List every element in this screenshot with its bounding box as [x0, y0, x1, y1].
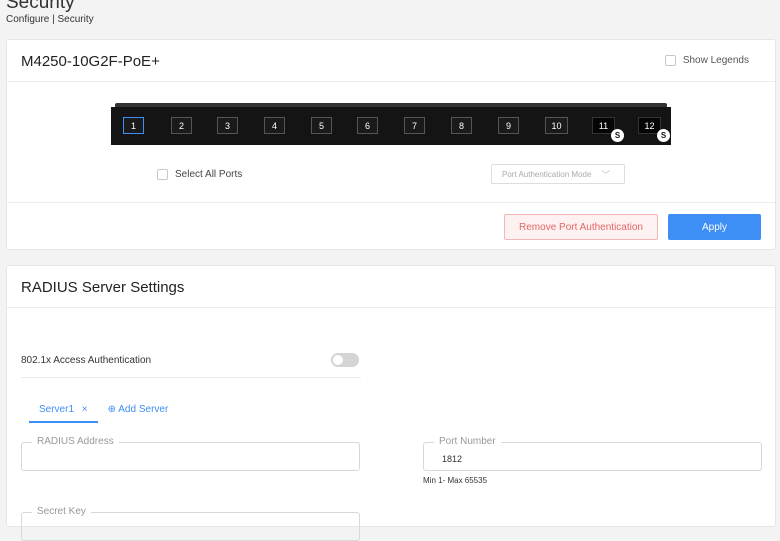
- port-number-field[interactable]: Port Number 1812: [423, 436, 762, 471]
- port-7[interactable]: 7: [404, 117, 425, 134]
- sfp-badge-port-11: S: [611, 129, 624, 142]
- radius-settings-card: RADIUS Server Settings 802.1x Access Aut…: [6, 265, 776, 541]
- port-9[interactable]: 9: [498, 117, 519, 134]
- switch-panel-header: M4250-10G2F-PoE+ Show Legends: [7, 40, 775, 82]
- show-legends-label: Show Legends: [682, 55, 749, 66]
- switch-panel-card: M4250-10G2F-PoE+ Show Legends 1 2 3 4 5 …: [6, 39, 776, 250]
- port-auth-mode-select[interactable]: Port Authentication Mode ﹀: [491, 164, 625, 184]
- port-3[interactable]: 3: [217, 117, 238, 134]
- show-legends-checkbox[interactable]: [664, 55, 676, 66]
- show-legends-toggle[interactable]: Show Legends: [664, 55, 749, 66]
- switch-faceplate: 1 2 3 4 5 6 7 8 9 10 11 S 12 S: [111, 103, 671, 147]
- port-5[interactable]: 5: [311, 117, 332, 134]
- port-number-value: 1812: [442, 454, 463, 464]
- secret-key-field[interactable]: Secret Key: [21, 506, 360, 541]
- radius-address-label: RADIUS Address: [32, 436, 119, 447]
- port-number-hint: Min 1- Max 65535: [423, 476, 488, 485]
- tab-server1[interactable]: Server1 ×: [29, 404, 98, 423]
- toggle-knob: [333, 355, 343, 365]
- port-6[interactable]: 6: [357, 117, 378, 134]
- port-auth-mode-placeholder: Port Authentication Mode: [502, 169, 592, 179]
- server-tabs: Server1 × ⊕ Add Server: [29, 404, 168, 423]
- port-4[interactable]: 4: [264, 117, 285, 134]
- breadcrumb: Configure | Security: [6, 14, 94, 25]
- add-server-button[interactable]: ⊕ Add Server: [108, 404, 169, 423]
- port-8[interactable]: 8: [451, 117, 472, 134]
- switch-body: [111, 107, 671, 145]
- radius-header: RADIUS Server Settings: [7, 266, 775, 308]
- port-1[interactable]: 1: [123, 117, 144, 134]
- close-icon[interactable]: ×: [82, 404, 88, 415]
- chevron-down-icon: ﹀: [601, 169, 611, 180]
- remove-port-auth-button[interactable]: Remove Port Authentication: [504, 214, 658, 240]
- page-title: Security: [6, 0, 75, 13]
- port-number-label: Port Number: [434, 436, 501, 447]
- tab-server1-label: Server1: [39, 404, 75, 415]
- sfp-badge-port-12: S: [657, 129, 670, 142]
- add-server-label: Add Server: [118, 404, 169, 415]
- card-divider: [7, 202, 775, 203]
- add-circle-icon: ⊕: [107, 404, 117, 415]
- radius-title: RADIUS Server Settings: [21, 279, 185, 296]
- port-10[interactable]: 10: [545, 117, 568, 134]
- select-all-ports[interactable]: Select All Ports: [157, 169, 242, 180]
- radius-address-field[interactable]: RADIUS Address: [21, 436, 360, 471]
- port-2[interactable]: 2: [171, 117, 192, 134]
- apply-button[interactable]: Apply: [668, 214, 761, 240]
- select-all-label: Select All Ports: [175, 169, 243, 180]
- access-auth-label: 802.1x Access Authentication: [21, 355, 152, 366]
- access-auth-toggle[interactable]: [331, 353, 359, 367]
- switch-model-title: M4250-10G2F-PoE+: [21, 53, 160, 70]
- select-all-checkbox[interactable]: [157, 169, 168, 180]
- secret-key-label: Secret Key: [32, 506, 91, 517]
- access-auth-divider: [21, 377, 361, 378]
